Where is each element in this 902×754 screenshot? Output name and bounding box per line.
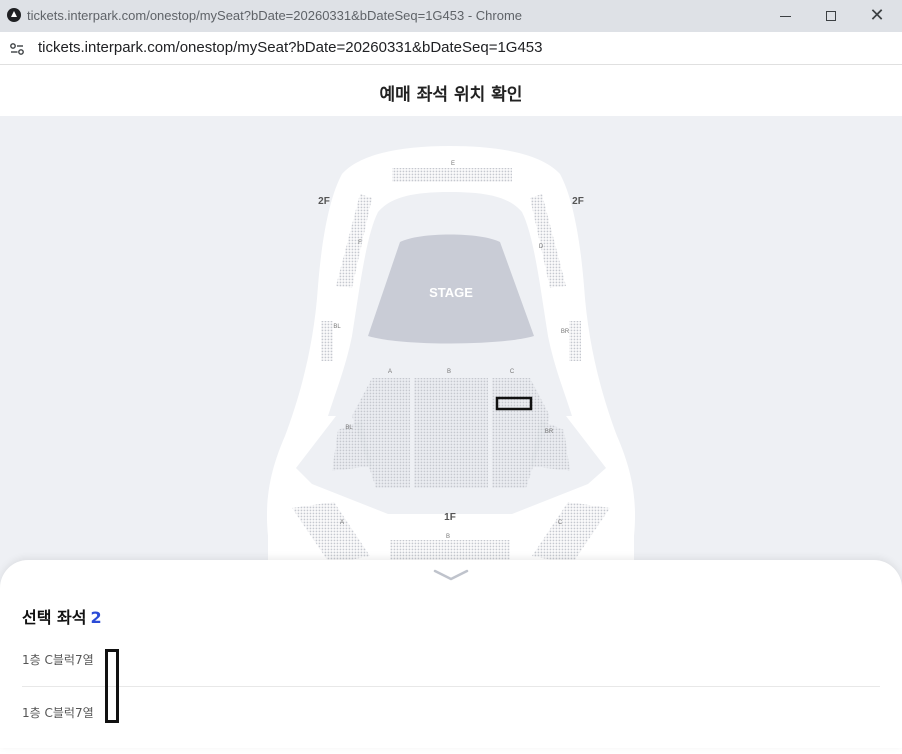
balcony-top-label: E: [451, 161, 455, 167]
wing-right-label: BR: [545, 429, 554, 435]
page-header: 예매 좌석 위치 확인: [0, 65, 902, 116]
seat-divider: [22, 686, 880, 687]
site-settings-icon[interactable]: [9, 41, 25, 57]
minimize-button[interactable]: [762, 0, 808, 32]
address-bar: tickets.interpark.com/onestop/mySeat?bDa…: [0, 32, 902, 65]
close-icon: ✕: [869, 5, 885, 26]
balcony-top-seats: [392, 168, 512, 182]
selected-seats-title: 선택 좌석 2: [22, 604, 102, 628]
side-left-seats: [321, 321, 333, 361]
floor2-left-label: 2F: [318, 196, 330, 207]
lower-b-seats: [390, 540, 510, 560]
floor2-right-label: 2F: [572, 196, 584, 207]
block-a-label: A: [388, 369, 392, 375]
chrome-title-bar: tickets.interpark.com/onestop/mySeat?bDa…: [0, 0, 902, 32]
seat-item-label: 1층 C블럭7열: [22, 653, 94, 667]
seat-item: 1층 C블럭7열: [22, 704, 880, 754]
url-text[interactable]: tickets.interpark.com/onestop/mySeat?bDa…: [38, 39, 543, 56]
block-b-label: B: [447, 369, 451, 375]
floor1-label: 1F: [444, 512, 456, 523]
seat-item: 1층 C블럭7열: [22, 651, 880, 701]
maximize-button[interactable]: [808, 0, 854, 32]
block-c-label: C: [510, 369, 515, 375]
interpark-logo-icon: [7, 8, 21, 22]
maximize-icon: [826, 11, 836, 21]
window-title: tickets.interpark.com/onestop/mySeat?bDa…: [27, 8, 523, 23]
block-b-seats: [414, 378, 488, 488]
minimize-icon: [779, 15, 791, 17]
selected-seats-count: 2: [90, 608, 102, 627]
lower-c-label: C: [558, 520, 563, 526]
lower-b-label: B: [446, 534, 450, 540]
lower-a-label: A: [340, 520, 344, 526]
page-title: 예매 좌석 위치 확인: [379, 85, 523, 105]
side-left-label: BL: [333, 324, 341, 330]
chevron-down-icon[interactable]: [433, 568, 469, 582]
balcony-right-label: D: [539, 244, 544, 250]
balcony-left-label: F: [358, 240, 362, 246]
wing-left-label: BL: [345, 425, 353, 431]
seat-item-label: 1층 C블럭7열: [22, 706, 94, 720]
seat-number-highlight: [105, 649, 119, 723]
stage-label: STAGE: [429, 285, 473, 300]
selected-seats-heading: 선택 좌석: [22, 608, 87, 627]
side-right-label: BR: [561, 329, 570, 335]
selected-seats-sheet: 선택 좌석 2 1층 C블럭7열 1층 C블럭7열: [0, 560, 902, 748]
side-right-seats: [569, 321, 581, 361]
close-button[interactable]: ✕: [854, 0, 900, 32]
